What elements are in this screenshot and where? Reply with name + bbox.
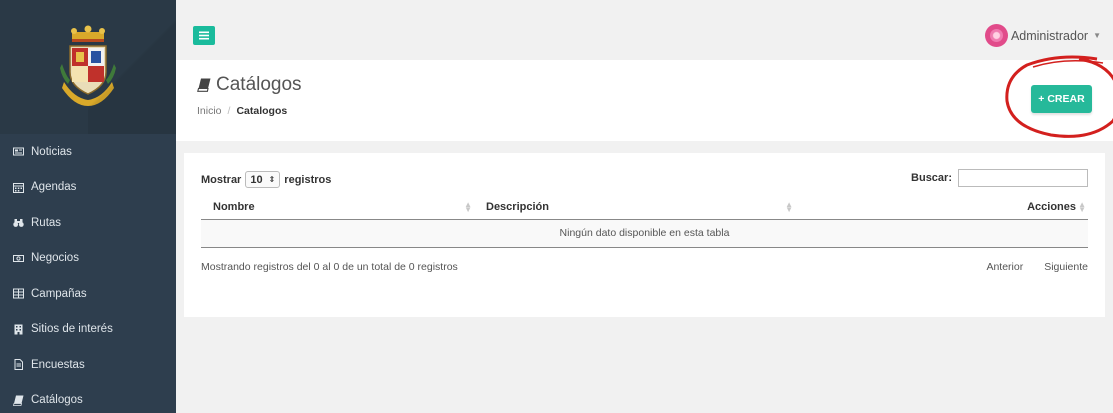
sidebar-item-label: Sitios de interés <box>31 323 113 336</box>
hamburger-icon <box>199 31 209 40</box>
sidebar-item-label: Encuestas <box>31 358 85 371</box>
sidebar-item-encuestas[interactable]: Encuestas <box>0 347 176 383</box>
next-page-button[interactable]: Siguiente <box>1044 261 1088 273</box>
column-header-label: Acciones <box>1027 201 1076 214</box>
sidebar-nav: Noticias Agendas Rutas Negocios Campañas <box>0 134 176 413</box>
money-icon <box>13 253 24 264</box>
column-header-descripcion[interactable]: Descripción ▲ ▼ <box>472 196 793 220</box>
breadcrumb-current: Catalogos <box>236 105 288 117</box>
newspaper-icon <box>13 146 24 157</box>
table-row: Ningún dato disponible en esta tabla <box>201 219 1088 248</box>
page-length-control: Mostrar 10 ⇕ registros <box>201 171 331 188</box>
breadcrumb-separator: / <box>227 105 231 117</box>
sidebar-item-label: Catálogos <box>31 394 83 407</box>
sidebar-item-label: Noticias <box>31 145 72 158</box>
sidebar-item-label: Campañas <box>31 287 87 300</box>
sidebar-item-label: Negocios <box>31 252 79 265</box>
page-size-value: 10 <box>250 173 263 186</box>
page-title-text: Catálogos <box>216 74 302 95</box>
data-table: Nombre ▲ ▼ Descripción ▲ ▼ Acciones ▲ ▼ Nin… <box>201 196 1088 248</box>
sidebar-item-rutas[interactable]: Rutas <box>0 205 176 241</box>
table-panel: Mostrar 10 ⇕ registros Buscar: Nombre ▲ ▼… <box>184 153 1105 317</box>
sidebar-item-campanas[interactable]: Campañas <box>0 276 176 312</box>
building-icon <box>13 324 24 335</box>
sidebar-item-sitios[interactable]: Sitios de interés <box>0 312 176 348</box>
calendar-icon <box>13 182 24 193</box>
empty-table-message: Ningún dato disponible en esta tabla <box>201 219 1088 248</box>
search-label: Buscar: <box>911 172 952 184</box>
coat-of-arms-logo <box>60 25 116 106</box>
show-label: Mostrar <box>201 173 242 186</box>
updown-arrow-icon: ⇕ <box>268 175 276 184</box>
page-header: Catálogos Inicio / Catalogos + CREAR <box>176 55 1113 141</box>
sidebar-item-label: Agendas <box>31 181 77 194</box>
page-size-select[interactable]: 10 ⇕ <box>245 171 281 188</box>
previous-page-button[interactable]: Anterior <box>986 261 1023 273</box>
search-control: Buscar: <box>911 169 1088 187</box>
binoculars-icon <box>13 217 24 228</box>
sidebar-item-negocios[interactable]: Negocios <box>0 241 176 277</box>
caret-down-icon: ▼ <box>1093 31 1101 40</box>
sidebar-item-agendas[interactable]: Agendas <box>0 170 176 206</box>
pagination: Anterior Siguiente <box>986 261 1088 273</box>
file-icon <box>13 359 24 371</box>
sort-icon: ▲ ▼ <box>785 200 793 214</box>
page-title: Catálogos <box>197 74 302 96</box>
user-name: Administrador <box>1010 28 1089 43</box>
table-info: Mostrando registros del 0 al 0 de un tot… <box>201 261 458 273</box>
column-header-label: Descripción <box>486 201 549 214</box>
create-button[interactable]: + CREAR <box>1031 85 1092 113</box>
sort-icon: ▲ ▼ <box>464 200 472 214</box>
breadcrumb-home[interactable]: Inicio <box>197 105 222 117</box>
sidebar-item-label: Rutas <box>31 216 62 229</box>
sort-icon: ▲ ▼ <box>1078 200 1086 214</box>
sidebar-item-catalogos[interactable]: Catálogos <box>0 383 176 413</box>
column-header-nombre[interactable]: Nombre ▲ ▼ <box>201 196 472 220</box>
logo-area <box>0 0 176 134</box>
sidebar-item-noticias[interactable]: Noticias <box>0 134 176 170</box>
records-label: registros <box>284 173 332 186</box>
user-menu[interactable]: Administrador ▼ <box>984 24 1101 47</box>
column-header-acciones[interactable]: Acciones ▲ ▼ <box>793 196 1088 220</box>
book-icon <box>13 395 24 406</box>
sidebar: Noticias Agendas Rutas Negocios Campañas <box>0 0 176 413</box>
breadcrumb: Inicio / Catalogos <box>197 105 287 117</box>
book-icon <box>197 78 211 92</box>
menu-toggle-button[interactable] <box>193 26 215 45</box>
grid-icon <box>13 288 24 299</box>
column-header-label: Nombre <box>213 201 255 214</box>
top-bar: Administrador ▼ <box>176 0 1113 60</box>
search-input[interactable] <box>958 169 1088 187</box>
avatar <box>984 24 1008 47</box>
